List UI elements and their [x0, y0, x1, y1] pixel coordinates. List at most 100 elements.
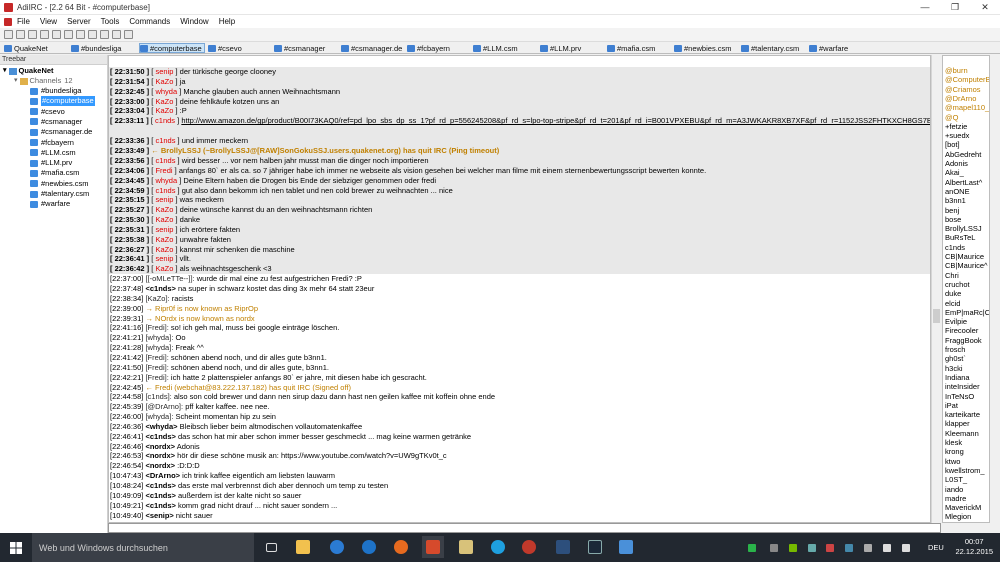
tab-newbiescsm[interactable]: #newbies.csm — [673, 43, 735, 53]
chat-nick[interactable]: <senip> — [145, 511, 173, 520]
menu-server[interactable]: Server — [62, 17, 96, 26]
skype-icon[interactable] — [487, 536, 509, 558]
tab-llmprv[interactable]: #LLM.prv — [539, 43, 584, 53]
maximize-button[interactable]: ❐ — [940, 0, 970, 15]
chat-nick[interactable]: <DrArno> — [145, 471, 180, 480]
chat-nick[interactable]: senip — [155, 254, 173, 263]
tree-channel-newbiescsm[interactable]: #newbies.csm — [30, 179, 89, 189]
window-icon[interactable] — [76, 30, 85, 39]
tab-bundesliga[interactable]: #bundesliga — [70, 43, 124, 53]
chat-nick[interactable]: senip — [155, 225, 173, 234]
chat-nick[interactable]: [@DrArno]: — [145, 402, 183, 411]
chat-scroll-thumb[interactable] — [933, 309, 940, 323]
tree-channel-mafiacsm[interactable]: #mafia.csm — [30, 168, 79, 178]
tree-channels-folder[interactable]: ▾ Channels 12 — [14, 76, 73, 86]
nick-list[interactable]: @burn @ComputerB @Criamos @DrArno @mapel110_… — [942, 55, 990, 523]
tab-computerbase[interactable]: #computerbase — [139, 43, 205, 53]
tree-channel-fcbayern[interactable]: #fcbayern — [30, 138, 74, 148]
chat-nick[interactable]: <nordx> — [145, 461, 175, 470]
menu-file[interactable]: File — [12, 17, 35, 26]
chat-nick[interactable]: [whyda]: — [145, 343, 173, 352]
chat-nick[interactable]: <c1nds> — [145, 491, 175, 500]
chat-nick[interactable]: [c1nds]: — [145, 392, 171, 401]
chat-nick[interactable]: <c1nds> — [145, 501, 175, 510]
connect-icon[interactable] — [4, 30, 13, 39]
app-icon-5[interactable] — [455, 536, 477, 558]
nick-item[interactable]: Mlegion — [945, 512, 971, 522]
system-menu-icon[interactable] — [4, 17, 12, 26]
menu-window[interactable]: Window — [175, 17, 213, 26]
tab-csmanager[interactable]: #csmanager — [273, 43, 328, 53]
help-icon[interactable] — [124, 30, 133, 39]
tree-channel-warfare[interactable]: #warfare — [30, 199, 70, 209]
chat-nick[interactable]: <whyda> — [145, 422, 177, 431]
tree-channel-computerbase[interactable]: #computerbase — [30, 96, 95, 107]
options-icon[interactable] — [28, 30, 37, 39]
clock[interactable]: 00:07 22.12.2015 — [955, 537, 993, 557]
tab-talentarycsm[interactable]: #talentary.csm — [740, 43, 802, 53]
start-button[interactable] — [0, 533, 32, 562]
collapse-icon[interactable]: ▾ — [14, 76, 18, 86]
firefox-icon[interactable] — [390, 536, 412, 558]
chat-nick[interactable]: <c1nds> — [145, 481, 175, 490]
tile-icon[interactable] — [88, 30, 97, 39]
settings-icon[interactable] — [112, 30, 121, 39]
tree-channel-llmprv[interactable]: #LLM.prv — [30, 158, 72, 168]
nvidia-icon[interactable] — [789, 544, 797, 552]
menu-tools[interactable]: Tools — [96, 17, 125, 26]
chat-nick[interactable]: <c1nds> — [145, 284, 175, 293]
message-input[interactable] — [108, 523, 941, 533]
chat-nick[interactable]: [Fredi]: — [145, 363, 168, 372]
tree-channel-csevo[interactable]: #csevo — [30, 107, 65, 117]
chat-nick[interactable]: KaZo — [155, 106, 173, 115]
minimize-button[interactable]: — — [910, 0, 940, 15]
chat-nick[interactable]: [Fredi]: — [145, 353, 168, 362]
chat-nick[interactable]: KaZo — [155, 264, 173, 273]
chat-window[interactable]: [ 22:31:50 ] [ senip ] der türkische geo… — [108, 55, 931, 523]
language-indicator[interactable]: DEU — [928, 543, 944, 552]
task-view-icon[interactable] — [260, 536, 282, 558]
tab-csmanagerde[interactable]: #csmanager.de — [340, 43, 405, 53]
tree-network[interactable]: ▾ QuakeNet — [3, 66, 54, 76]
taskbar-search[interactable]: Web und Windows durchsuchen — [32, 533, 254, 562]
tree-channel-bundesliga[interactable]: #bundesliga — [30, 86, 81, 96]
chat-nick[interactable]: senip — [155, 67, 173, 76]
chat-nick[interactable]: [Fredi]: — [145, 323, 168, 332]
tab-csevo[interactable]: #csevo — [207, 43, 245, 53]
app-icon-10[interactable] — [615, 536, 637, 558]
chat-nick[interactable]: [whyda]: — [145, 333, 173, 342]
tab-quakenet[interactable]: QuakeNet — [3, 43, 51, 53]
app-icon-8[interactable] — [552, 536, 574, 558]
menu-help[interactable]: Help — [214, 17, 240, 26]
edge-icon[interactable] — [358, 536, 380, 558]
file-explorer-icon[interactable] — [292, 536, 314, 558]
chat-nick[interactable]: c1nds — [155, 186, 175, 195]
chat-nick[interactable]: c1nds — [155, 156, 175, 165]
tree-channel-csmanagerde[interactable]: #csmanager.de — [30, 127, 92, 137]
chat-nick[interactable]: KaZo — [155, 77, 173, 86]
tray-icon-4[interactable] — [808, 544, 816, 552]
disconnect-icon[interactable] — [16, 30, 25, 39]
tray-icon-5[interactable] — [826, 544, 834, 552]
chat-nick[interactable]: senip — [155, 195, 173, 204]
tab-warfare[interactable]: #warfare — [808, 43, 851, 53]
chat-nick[interactable]: <c1nds> — [145, 432, 175, 441]
steam-icon[interactable] — [584, 536, 606, 558]
chat-nick[interactable]: [[-oMLeTTe--]]: — [145, 274, 194, 283]
cascade-icon[interactable] — [100, 30, 109, 39]
collapse-icon[interactable]: ▾ — [3, 66, 7, 76]
address-book-icon[interactable] — [40, 30, 49, 39]
tab-fcbayern[interactable]: #fcbayern — [406, 43, 453, 53]
tray-icon-1[interactable] — [748, 544, 756, 552]
adiirc-taskbar-icon[interactable] — [422, 536, 444, 558]
log-icon[interactable] — [64, 30, 73, 39]
volume-icon[interactable] — [902, 544, 910, 552]
network-icon[interactable] — [883, 544, 891, 552]
chat-nick[interactable]: KaZo — [155, 245, 173, 254]
menu-commands[interactable]: Commands — [124, 17, 175, 26]
chat-nick[interactable]: KaZo — [155, 215, 173, 224]
tray-icon-6[interactable] — [845, 544, 853, 552]
chat-nick[interactable]: whyda — [155, 176, 177, 185]
channel-list-icon[interactable] — [52, 30, 61, 39]
chat-nick[interactable]: c1nds — [155, 136, 175, 145]
